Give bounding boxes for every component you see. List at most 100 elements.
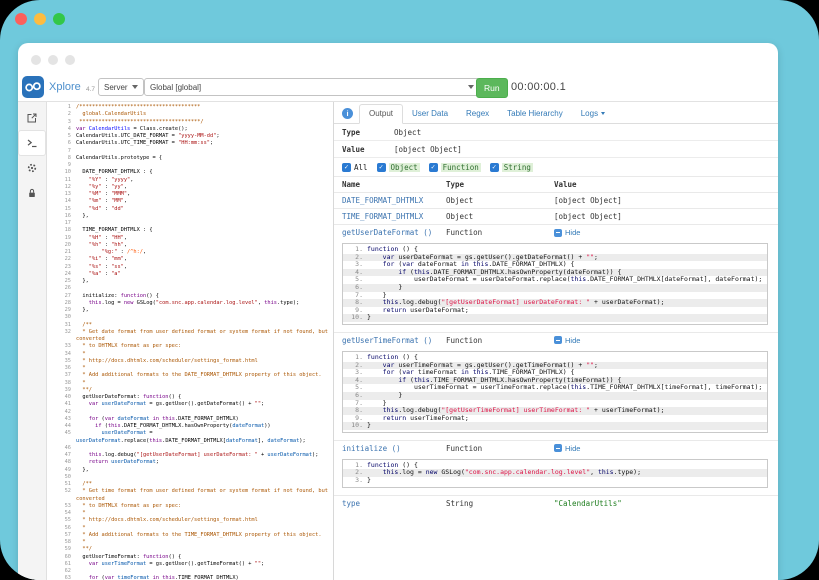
editor-line: 11 "%Y" : "yyyy", [47, 177, 333, 184]
output-panel: OutputUser DataRegexTable HierarchyLogs … [334, 102, 778, 580]
editor-line: 59 **/ [47, 546, 333, 553]
result-rows: DATE_FORMAT_DHTMLXObject[object Object] T… [334, 192, 778, 511]
summary-value-row: Value [object Object] [334, 141, 778, 158]
filter-label: Function [441, 163, 481, 172]
tab-regex[interactable]: Regex [457, 105, 498, 123]
info-icon[interactable] [342, 108, 353, 119]
function-source-block: 1.function () {2. var userDateFormat = g… [342, 243, 768, 325]
result-name-link[interactable]: DATE_FORMAT_DHTMLX [342, 196, 446, 205]
caret-down-icon [132, 85, 138, 89]
editor-line: 14 "%m" : "MM", [47, 198, 333, 205]
result-name-link[interactable]: type [342, 499, 446, 508]
result-type: String [446, 499, 554, 508]
editor-line: 57 * Add additional formats to the TIME_… [47, 532, 333, 539]
result-type: Function [446, 228, 554, 237]
caret-down-icon [601, 112, 605, 115]
summary-type-value: Object [394, 128, 421, 137]
hide-toggle[interactable]: Hide [554, 228, 778, 237]
result-name-link[interactable]: getUserDateFormat () [342, 228, 446, 237]
result-type: Object [446, 196, 554, 205]
editor-line: 7 [47, 148, 333, 155]
column-header-value: Value [554, 180, 778, 189]
result-name-link[interactable]: initialize () [342, 444, 446, 453]
editor-line: 34 * [47, 351, 333, 358]
editor-line: 38 * [47, 380, 333, 387]
scope-select[interactable]: Global [global] [144, 78, 480, 96]
xplore-logo [22, 76, 44, 98]
editor-line: 52 * Get time format from user defined f… [47, 488, 333, 503]
result-type: Object [446, 212, 554, 221]
tab-output[interactable]: Output [359, 104, 403, 124]
editor-line: 55 * http://docs.dhtmlx.com/scheduler/se… [47, 517, 333, 524]
editor-line: 20 "%h" : "hh", [47, 242, 333, 249]
hide-toggle[interactable]: Hide [554, 336, 778, 345]
result-name-link[interactable]: getUserTimeFormat () [342, 336, 446, 345]
editor-line: 15 "%d" : "dd" [47, 206, 333, 213]
table-row: getUserDateFormat ()FunctionHide [334, 224, 778, 240]
tab-table-hierarchy[interactable]: Table Hierarchy [498, 105, 572, 123]
result-value: "CalendarUtils" [554, 499, 778, 508]
sidebar-item-settings[interactable] [19, 156, 45, 180]
summary-value-value: [object Object] [394, 145, 462, 154]
app-version: 4.7 [86, 86, 95, 93]
result-value: [object Object] [554, 196, 778, 205]
result-name-link[interactable]: TIME_FORMAT_DHTMLX [342, 212, 446, 221]
editor-line: 22 "%i" : "mm", [47, 256, 333, 263]
table-row: typeString"CalendarUtils" [334, 495, 778, 511]
tab-logs[interactable]: Logs [572, 105, 614, 123]
filter-string[interactable]: String [490, 163, 533, 172]
checkbox-checked-icon[interactable] [342, 163, 351, 172]
editor-line: 36 * [47, 365, 333, 372]
checkbox-checked-icon[interactable] [377, 163, 386, 172]
editor-line: 54 * [47, 510, 333, 517]
editor-line: 43 for (var dateFormat in this.DATE_FORM… [47, 416, 333, 423]
close-window-button[interactable] [15, 13, 27, 25]
editor-line: 37 * Add additional formats to the DATE_… [47, 372, 333, 379]
editor-line: 8CalendarUtils.prototype = { [47, 155, 333, 162]
editor-line: 9 [47, 162, 333, 169]
app-title: Xplore [49, 81, 81, 93]
app-header: Xplore 4.7 Server Global [global] Run 00… [18, 73, 778, 102]
result-value: [object Object] [554, 212, 778, 221]
checkbox-checked-icon[interactable] [429, 163, 438, 172]
editor-line: 35 * http://docs.dhtmlx.com/scheduler/se… [47, 358, 333, 365]
editor-line: 25 }, [47, 278, 333, 285]
editor-line: 32 * Get date format from user defined f… [47, 329, 333, 344]
run-button[interactable]: Run [476, 78, 508, 98]
filter-label: All [354, 163, 368, 172]
hide-icon [554, 444, 562, 452]
editor-line: 12 "%y" : "yy", [47, 184, 333, 191]
editor-line: 30 [47, 314, 333, 321]
sidebar-item-open-new-window[interactable] [19, 106, 45, 130]
function-source-block: 1.function () {2. this.log = new GSLog("… [342, 459, 768, 488]
minimize-window-button[interactable] [34, 13, 46, 25]
editor-line: 18 TIME_FORMAT_DHTMLX : { [47, 227, 333, 234]
editor-line: 27 initialize: function() { [47, 293, 333, 300]
table-row: getUserTimeFormat ()FunctionHide [334, 332, 778, 348]
editor-line: 1/************************************** [47, 104, 333, 111]
gear-icon [27, 163, 37, 173]
server-dropdown[interactable]: Server [98, 78, 144, 96]
editor-line: 16 }, [47, 213, 333, 220]
sidebar-item-console[interactable] [19, 131, 45, 155]
editor-line: 5CalendarUtils.UTC_DATE_FORMAT = "yyyy-M… [47, 133, 333, 140]
editor-line: 13 "%M" : "MMM", [47, 191, 333, 198]
checkbox-checked-icon[interactable] [490, 163, 499, 172]
hide-toggle[interactable]: Hide [554, 444, 778, 453]
editor-line: 26 [47, 285, 333, 292]
summary-type-row: Type Object [334, 124, 778, 141]
code-editor[interactable]: 1/**************************************… [47, 102, 334, 580]
editor-line: 56 * [47, 525, 333, 532]
tab-user-data[interactable]: User Data [403, 105, 457, 123]
hide-icon [554, 336, 562, 344]
editor-line: 48 return userDateFormat; [47, 459, 333, 466]
window-dot [65, 55, 75, 65]
filter-function[interactable]: Function [429, 163, 481, 172]
maximize-window-button[interactable] [53, 13, 65, 25]
glasses-icon [22, 76, 44, 98]
sidebar-item-security[interactable] [19, 181, 45, 205]
filter-object[interactable]: Object [377, 163, 420, 172]
editor-line: 41 var userDateFormat = gs.getUser().get… [47, 401, 333, 408]
filter-all[interactable]: All [342, 163, 368, 172]
editor-line: 10 DATE_FORMAT_DHTMLX : { [47, 169, 333, 176]
